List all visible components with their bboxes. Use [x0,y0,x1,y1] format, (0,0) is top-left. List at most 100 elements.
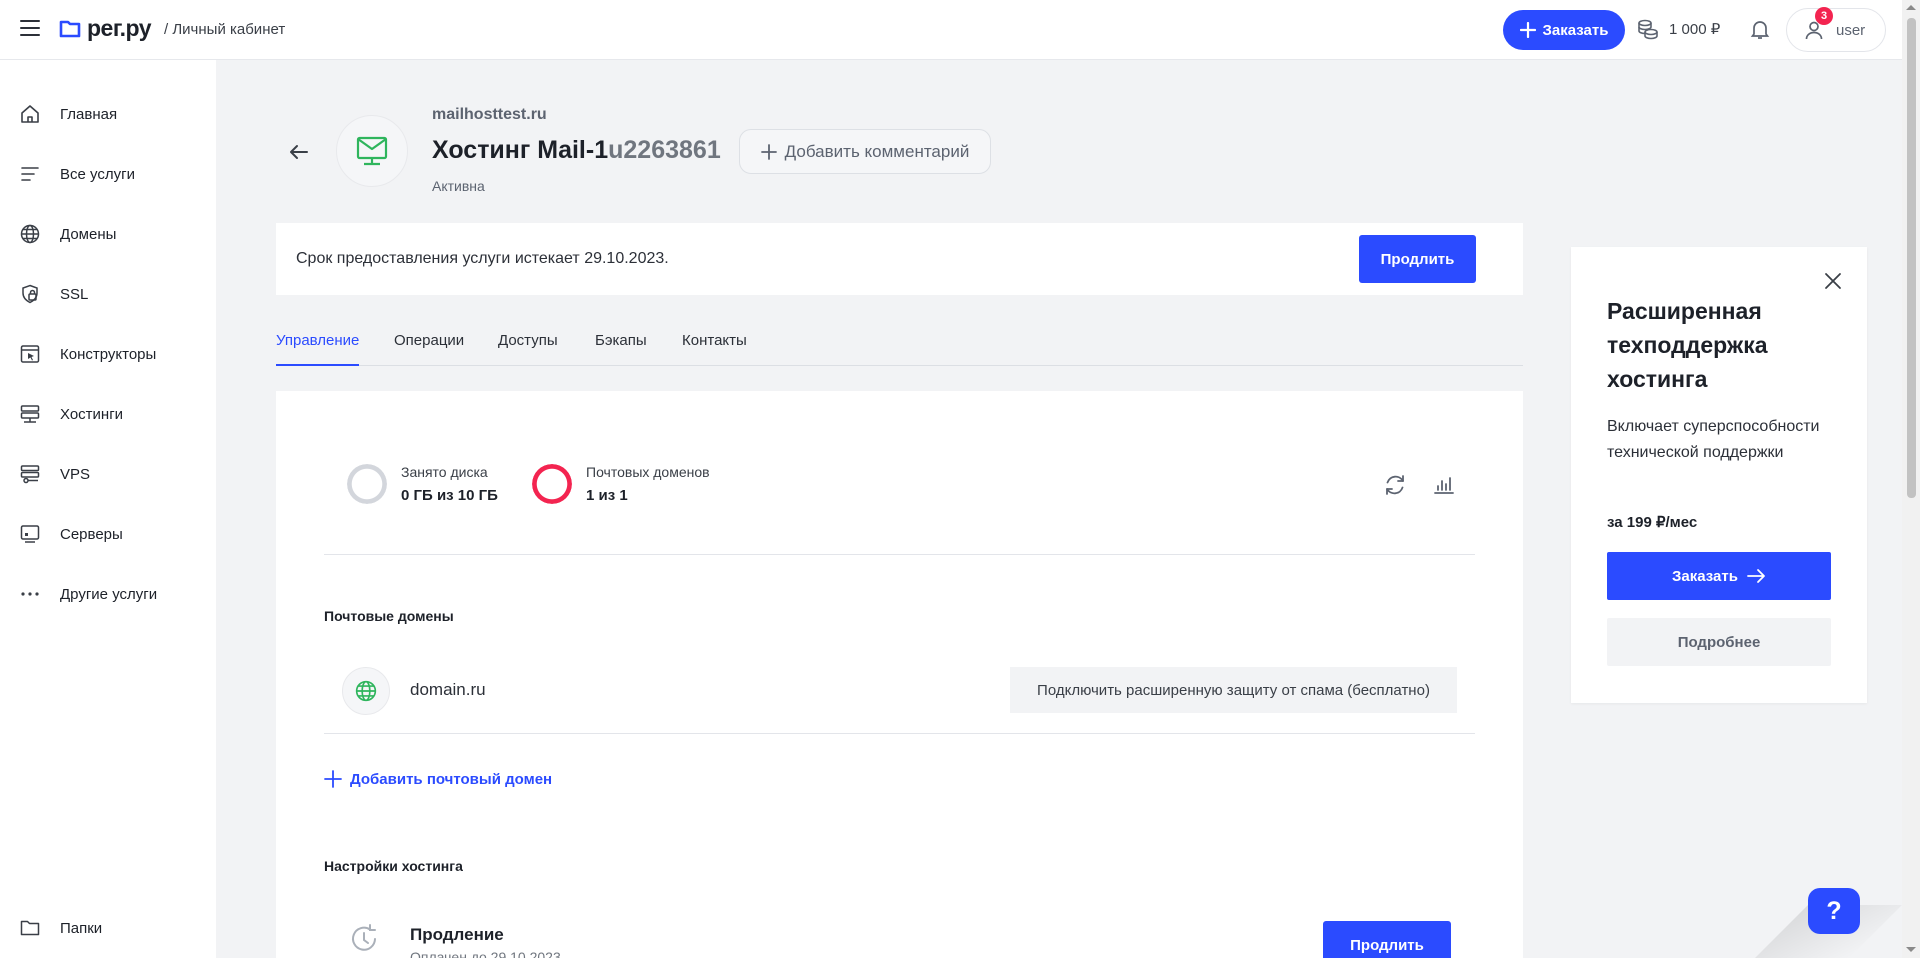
sidebar-item-label: Главная [60,105,118,123]
list-icon [21,167,39,181]
add-mail-domain-label: Добавить почтовый домен [350,770,553,788]
expiry-text: Срок предоставления услуги истекает 29.1… [296,250,669,267]
disk-usage-ring [347,464,387,504]
promo-price: за 199 ₽/мес [1607,514,1698,531]
add-comment-button[interactable]: Добавить комментарий [739,129,991,174]
service-icon [336,115,408,187]
top-header: рег.ру / Личный кабинет Заказать 1 000 ₽… [0,0,1902,60]
globe-icon [355,680,377,702]
shield-lock-icon [22,284,38,304]
sidebar-item-hostings[interactable]: Хостинги [20,401,123,427]
close-icon[interactable] [1823,271,1843,291]
service-domain: mailhosttest.ru [432,106,547,123]
service-title: Хостинг Mail-1 [432,136,609,164]
balance[interactable]: 1 000 ₽ [1637,18,1720,40]
logo-text: рег.ру [87,15,152,41]
user-menu[interactable]: user [1786,8,1886,52]
domain-icon [342,667,390,715]
sidebar-item-other[interactable]: Другие услуги [20,581,157,607]
home-icon [21,105,39,123]
breadcrumb[interactable]: / Личный кабинет [164,21,285,38]
sidebar-item-label: Серверы [60,525,123,543]
sidebar: Главная Все услуги Домены SSL Конструкто… [0,60,216,958]
tab-backups[interactable]: Бэкапы [595,332,647,366]
sidebar-item-label: VPS [60,465,91,483]
sidebar-item-label: Все услуги [60,165,135,183]
add-mail-domain-button[interactable]: Добавить почтовый домен [324,770,552,788]
management-panel: Занято диска 0 ГБ из 10 ГБ Почтовых доме… [276,391,1523,958]
arrow-right-icon [1747,569,1765,583]
help-button[interactable]: ? [1808,888,1860,934]
tab-contacts[interactable]: Контакты [682,332,747,366]
mail-domains-value: 1 из 1 [586,487,628,504]
promo-order-label: Заказать [1672,567,1738,585]
menu-icon[interactable] [20,20,40,40]
mail-domains-ring [532,464,572,504]
spam-protection-button[interactable]: Подключить расширенную защиту от спама (… [1010,667,1457,713]
more-dots-icon [21,592,39,596]
renew-clock-icon [352,924,376,951]
divider [324,733,1475,734]
coins-icon [1638,19,1658,40]
sidebar-item-builders[interactable]: Конструкторы [20,341,156,367]
notification-badge: 3 [1815,7,1833,25]
stats-chart-icon[interactable] [1432,473,1456,497]
server-icon [20,525,40,543]
tab-operations[interactable]: Операции [394,332,464,366]
renewal-title: Продление [410,925,504,944]
renewal-renew-button[interactable]: Продлить [1323,921,1451,958]
header-order-label: Заказать [1542,21,1609,39]
sidebar-item-ssl[interactable]: SSL [20,281,88,307]
balance-value: 1 000 ₽ [1669,21,1721,38]
mail-domains-title: Почтовые домены [324,608,454,624]
logo[interactable]: рег.ру [59,15,152,42]
sidebar-item-home[interactable]: Главная [20,101,117,127]
globe-icon [20,224,40,244]
scrollbar-thumb[interactable] [1907,18,1916,498]
mail-monitor-icon [356,136,388,166]
tab-access[interactable]: Доступы [498,332,558,366]
sidebar-item-folders[interactable]: Папки [20,915,102,941]
tab-management[interactable]: Управление [276,332,360,366]
tabs: Управление Операции Доступы Бэкапы Конта… [276,332,1523,366]
folder-logo-icon [59,20,81,37]
header-order-button[interactable]: Заказать [1503,10,1625,50]
vps-icon [20,465,40,484]
hosting-settings-title: Настройки хостинга [324,858,463,874]
sidebar-folders-label: Папки [60,919,103,937]
expiry-notice: Срок предоставления услуги истекает 29.1… [276,223,1523,295]
plus-icon [324,770,342,788]
mail-domains-label: Почтовых доменов [586,464,710,480]
sidebar-item-label: Хостинги [60,405,124,423]
scroll-down-icon[interactable] [1906,947,1916,952]
sidebar-item-label: Домены [60,225,117,243]
renew-button[interactable]: Продлить [1359,235,1476,283]
promo-description: Включает суперспособности технической по… [1607,418,1820,461]
disk-value: 0 ГБ из 10 ГБ [401,487,498,504]
sidebar-item-label: SSL [60,285,89,303]
builder-icon [20,345,40,363]
server-stack-icon [20,405,40,423]
status-text: Активна [432,178,485,194]
promo-more-button[interactable]: Подробнее [1607,618,1831,666]
add-comment-label: Добавить комментарий [784,141,970,161]
promo-title: Расширенная техподдержка хостинга [1607,298,1768,392]
plus-icon [1519,22,1536,38]
service-uid: u2263861 [608,136,721,164]
mail-domain-name[interactable]: domain.ru [410,680,486,700]
bell-icon[interactable] [1749,18,1771,40]
sidebar-item-vps[interactable]: VPS [20,461,90,487]
refresh-icon[interactable] [1383,473,1407,497]
promo-order-button[interactable]: Заказать [1607,552,1831,600]
scroll-up-icon[interactable] [1906,5,1916,10]
arrow-left-icon[interactable] [287,140,311,164]
folder-icon [20,920,40,936]
user-name: user [1836,21,1866,39]
promo-card: Расширенная техподдержка хостинга Включа… [1571,247,1867,703]
renewal-subtitle: Оплачен до 29.10.2023 [410,949,561,958]
divider [324,554,1475,555]
sidebar-item-all-services[interactable]: Все услуги [20,161,135,187]
plus-icon [760,143,777,160]
sidebar-item-servers[interactable]: Серверы [20,521,123,547]
sidebar-item-domains[interactable]: Домены [20,221,116,247]
